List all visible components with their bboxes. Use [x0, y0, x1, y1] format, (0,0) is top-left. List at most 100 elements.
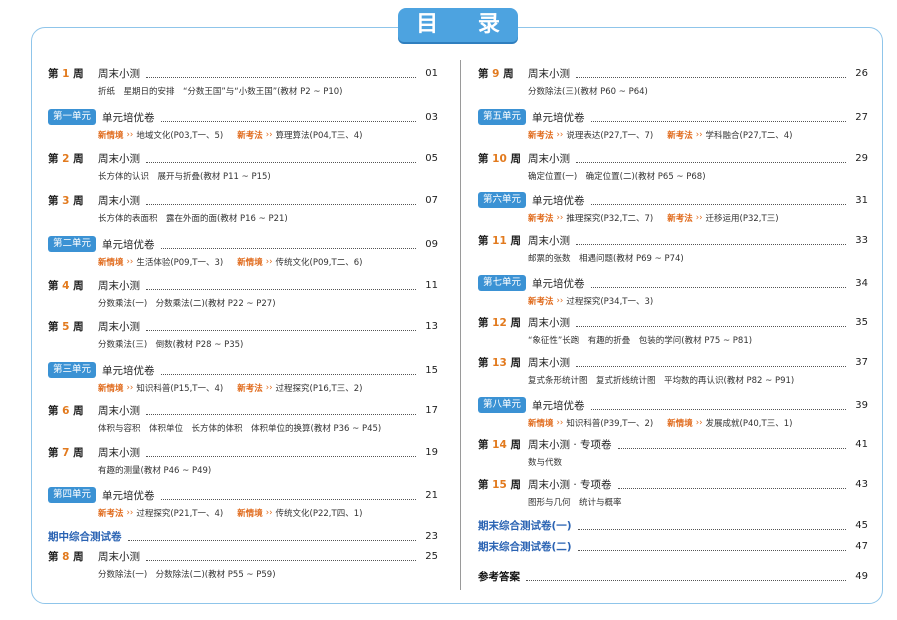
toc-entry[interactable]: 第 7 周 周末小测 19 — [48, 443, 438, 461]
leader-dots — [146, 69, 416, 78]
page-number: 47 — [855, 540, 868, 552]
entry-subtitle: 分数乘法(一) 分数乘法(二)(教材 P22 ~ P27) — [98, 299, 276, 309]
page-number: 45 — [855, 519, 868, 531]
toc-entry[interactable]: 第 10 周周末小测 29 — [478, 149, 868, 167]
tag-label: 新考法 — [528, 214, 554, 224]
tag-detail: 过程探究(P34,T一、3) — [566, 297, 654, 307]
leader-dots — [160, 240, 416, 249]
week-number: 第 7 周 — [48, 446, 84, 459]
toc-entry[interactable]: 第七单元 单元培优卷 34 — [478, 274, 868, 292]
leader-dots — [590, 279, 846, 288]
tag-label: 新考法 — [98, 509, 124, 519]
entry-subtitle: 有趣的测量(教材 P46 ~ P49) — [98, 466, 212, 476]
toc-entry[interactable]: 第 2 周 周末小测 05 — [48, 149, 438, 167]
tag-label: 新情境 — [237, 509, 263, 519]
toc-entry[interactable]: 第 13 周周末小测 37 — [478, 353, 868, 371]
toc-entry[interactable]: 参考答案 49 — [478, 567, 868, 585]
entry-label: 周末小测 — [98, 320, 140, 333]
entry-label: 周末小测 · 专项卷 — [528, 438, 612, 451]
leader-dots — [590, 113, 846, 122]
week-number: 第 15 周 — [478, 478, 521, 491]
toc-entry[interactable]: 第 4 周 周末小测 11 — [48, 276, 438, 294]
toc-entry[interactable]: 第 15 周周末小测 · 专项卷 43 — [478, 475, 868, 493]
toc-entry[interactable]: 第五单元 单元培优卷 27 — [478, 108, 868, 126]
toc-entry[interactable]: 第 6 周 周末小测 17 — [48, 401, 438, 419]
leader-dots — [617, 440, 846, 449]
toc-entry[interactable]: 第 3 周 周末小测 07 — [48, 191, 438, 209]
entry-label: 单元培优卷 — [532, 277, 585, 290]
tag-label: 新考法 — [237, 131, 263, 141]
tag-label: 新考法 — [667, 131, 693, 141]
entry-subtitle: 新情境 ›› 地域文化(P03,T一、5) 新考法 ›› 算理算法(P04,T三、4) — [98, 128, 362, 142]
tag-detail: 传统文化(P09,T二、6) — [275, 258, 363, 268]
entry-subtitle: 确定位置(一) 确定位置(二)(教材 P65 ~ P68) — [528, 172, 706, 182]
leader-dots — [576, 358, 846, 367]
toc-entry[interactable]: 期末综合测试卷(一) 45 — [478, 516, 868, 534]
unit-badge: 第四单元 — [48, 487, 97, 503]
toc-entry[interactable]: 第六单元 单元培优卷 31 — [478, 191, 868, 209]
page-number: 01 — [425, 67, 438, 79]
tag-detail: 生活体验(P09,T一、3) — [136, 258, 224, 268]
week-number: 第 13 周 — [478, 356, 521, 369]
entry-subtitle: 分数乘法(三) 倒数(教材 P28 ~ P35) — [98, 340, 244, 350]
toc-entry[interactable]: 第 12 周周末小测 35 — [478, 313, 868, 331]
toc-entry[interactable]: 第一单元 单元培优卷 03 — [48, 108, 438, 126]
entry-subtitle: 数与代数 — [528, 458, 563, 468]
toc-entry[interactable]: 第八单元 单元培优卷 39 — [478, 396, 868, 414]
entry-label: 周末小测 — [98, 67, 140, 80]
tag-detail: 过程探究(P16,T三、2) — [275, 384, 363, 394]
leader-dots — [526, 572, 846, 581]
leader-dots — [617, 480, 846, 489]
entry-subtitle: 体积与容积 体积单位 长方体的体积 体积单位的换算(教材 P36 ~ P45) — [98, 424, 382, 434]
toc-entry[interactable]: 期中综合测试卷 23 — [48, 527, 438, 545]
double-arrow-icon: ›› — [265, 508, 273, 518]
week-number: 第 9 周 — [478, 67, 514, 80]
week-number: 第 8 周 — [48, 550, 84, 563]
toc-entry[interactable]: 第 9 周 周末小测 26 — [478, 64, 868, 82]
page-number: 39 — [855, 399, 868, 411]
page-number: 05 — [425, 152, 438, 164]
toc-entry[interactable]: 第 5 周 周末小测 13 — [48, 317, 438, 335]
toc-entry[interactable]: 第 8 周 周末小测 25 — [48, 547, 438, 565]
double-arrow-icon: ›› — [695, 418, 703, 428]
tag-detail: 说理表达(P27,T一、7) — [566, 131, 654, 141]
toc-entry[interactable]: 第 11 周周末小测 33 — [478, 231, 868, 249]
double-arrow-icon: ›› — [556, 418, 564, 428]
leader-dots — [127, 532, 416, 541]
entry-subtitle: 新考法 ›› 过程探究(P21,T一、4) 新情境 ›› 传统文化(P22,T四、1) — [98, 506, 362, 520]
toc-entry[interactable]: 第二单元 单元培优卷 09 — [48, 235, 438, 253]
entry-label: 周末小测 — [528, 67, 570, 80]
page-number: 23 — [425, 530, 438, 542]
entry-subtitle: 邮票的张数 相遇问题(教材 P69 ~ P74) — [528, 254, 684, 264]
leader-dots — [146, 154, 416, 163]
unit-badge: 第七单元 — [478, 275, 527, 291]
leader-dots — [577, 542, 846, 551]
leader-dots — [577, 521, 846, 530]
page-number: 13 — [425, 320, 438, 332]
page-number: 07 — [425, 194, 438, 206]
toc-entry[interactable]: 期末综合测试卷(二) 47 — [478, 537, 868, 555]
entry-label: 周末小测 — [98, 152, 140, 165]
double-arrow-icon: ›› — [126, 383, 134, 393]
leader-dots — [146, 448, 416, 457]
entry-label: 单元培优卷 — [102, 111, 155, 124]
entry-subtitle: 图形与几何 统计与概率 — [528, 498, 622, 508]
double-arrow-icon: ›› — [556, 213, 564, 223]
toc-entry[interactable]: 第 14 周周末小测 · 专项卷 41 — [478, 435, 868, 453]
tag-detail: 迁移运用(P32,T三) — [705, 214, 779, 224]
unit-badge: 第一单元 — [48, 109, 97, 125]
tag-label: 新考法 — [528, 297, 554, 307]
toc-entry[interactable]: 第四单元 单元培优卷 21 — [48, 486, 438, 504]
week-number: 第 11 周 — [478, 234, 521, 247]
entry-subtitle: 新考法 ›› 说理表达(P27,T一、7) 新考法 ›› 学科融合(P27,T二、4) — [528, 128, 792, 142]
entry-label: 周末小测 — [98, 446, 140, 459]
week-number: 第 10 周 — [478, 152, 521, 165]
toc-entry[interactable]: 第三单元 单元培优卷 15 — [48, 361, 438, 379]
tag-label: 新情境 — [98, 258, 124, 268]
exam-label: 期中综合测试卷 — [48, 530, 122, 543]
week-number: 第 2 周 — [48, 152, 84, 165]
double-arrow-icon: ›› — [556, 130, 564, 140]
toc-entry[interactable]: 第 1 周 周末小测 01 — [48, 64, 438, 82]
tag-label: 新考法 — [528, 131, 554, 141]
leader-dots — [146, 406, 416, 415]
